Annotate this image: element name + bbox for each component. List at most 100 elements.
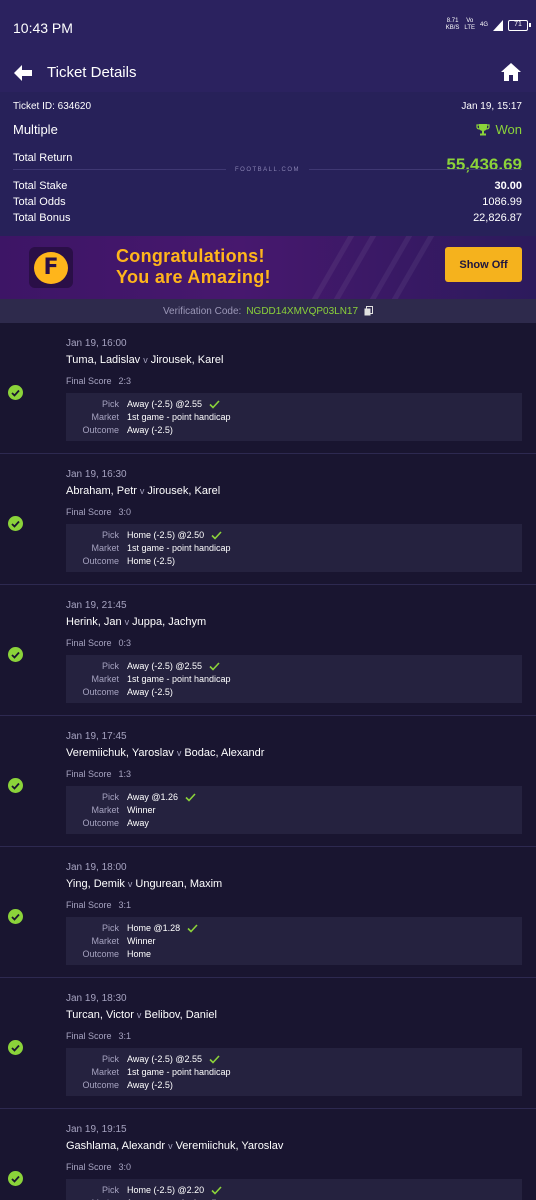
final-score-label: Final Score: [66, 638, 112, 648]
pick-label: Pick: [101, 661, 119, 671]
outcome-value: Home: [127, 949, 152, 959]
outcome-label: Outcome: [82, 425, 119, 435]
final-score: Final Score 0:3: [66, 638, 131, 648]
brand-logo-text: FOOTBALL.COM: [235, 166, 301, 173]
pick-label: Pick: [101, 530, 119, 540]
home-team: Veremiichuk, Yaroslav: [66, 747, 174, 759]
back-arrow-icon[interactable]: [12, 62, 34, 84]
total-odds-value: 1086.99: [482, 196, 522, 208]
copy-icon[interactable]: [364, 306, 374, 316]
trophy-icon: [475, 124, 490, 136]
final-score: Final Score 3:0: [66, 507, 131, 517]
pick-details: PickHome (-2.5) @2.20Market1st game - po…: [66, 1179, 522, 1200]
pick-value: Home @1.28: [127, 923, 181, 933]
market-value: 1st game - point handicap: [127, 674, 231, 684]
pick-details: Pick Away (-2.5) @2.55 Market 1st game - po…: [66, 393, 522, 441]
check-mark-icon: [187, 923, 198, 933]
outcome-value: Away: [127, 818, 149, 828]
event-card[interactable]: Jan 19, 17:45 Veremiichuk, Yaroslav v Bodac…: [0, 716, 536, 847]
won-check-icon: [8, 647, 23, 662]
final-score: Final Score 3:1: [66, 900, 131, 910]
total-return-label: Total Return: [13, 152, 73, 164]
outcome-value: Home (-2.5): [127, 556, 176, 566]
home-team: Ying, Demik: [66, 878, 125, 890]
divider: FOOTBALL.COM: [13, 166, 523, 173]
event-teams: Herink, Jan v Juppa, Jachym: [66, 616, 206, 628]
outcome-value: Away (-2.5): [127, 425, 173, 435]
home-team: Turcan, Victor: [66, 1009, 134, 1021]
final-score-value: 3:0: [118, 507, 132, 517]
event-teams: Abraham, Petr v Jirousek, Karel: [66, 485, 220, 497]
event-card[interactable]: Jan 19, 19:15 Gashlama, Alexandr v Veremiic…: [0, 1109, 536, 1200]
outcome-label: Outcome: [82, 1080, 119, 1090]
signal-icon: [493, 19, 503, 31]
show-off-button[interactable]: Show Off: [445, 247, 522, 282]
vs-label: v: [136, 1010, 142, 1020]
bet-type: Multiple: [13, 122, 58, 137]
event-teams: Veremiichuk, Yaroslav v Bodac, Alexandr: [66, 747, 264, 759]
market-value: Winner: [127, 936, 156, 946]
final-score: Final Score 3:0: [66, 1162, 131, 1172]
verification-label: Verification Code:: [162, 305, 242, 317]
market-label: Market: [91, 543, 119, 553]
final-score-label: Final Score: [66, 507, 112, 517]
final-score-value: 3:1: [118, 900, 132, 910]
away-team: Juppa, Jachym: [132, 616, 207, 628]
outcome-label: Outcome: [82, 687, 119, 697]
pick-label: Pick: [101, 923, 119, 933]
total-bonus-value: 22,826.87: [473, 212, 522, 224]
vs-label: v: [127, 879, 133, 889]
final-score-label: Final Score: [66, 1162, 112, 1172]
won-check-icon: [8, 1040, 23, 1055]
event-card[interactable]: Jan 19, 18:00 Ying, Demik v Ungurean, Maxim…: [0, 847, 536, 978]
final-score-value: 2:3: [118, 376, 132, 386]
event-date: Jan 19, 18:00: [66, 862, 127, 873]
check-mark-icon: [211, 1185, 222, 1195]
pick-details: Pick Home @1.28 Market Winner Outcome Home: [66, 917, 522, 965]
final-score-label: Final Score: [66, 1031, 112, 1041]
total-return-value: 55,436.69: [446, 155, 522, 174]
total-stake-label: Total Stake: [13, 180, 68, 192]
market-label: Market: [91, 674, 119, 684]
volte-indicator: Vo LTE: [464, 18, 475, 31]
check-mark-icon: [211, 530, 222, 540]
vs-label: v: [139, 486, 145, 496]
won-check-icon: [8, 909, 23, 924]
home-icon[interactable]: [500, 61, 522, 83]
brand-logo-icon: F: [29, 247, 73, 288]
final-score: Final Score 3:1: [66, 1031, 131, 1041]
event-date: Jan 19, 18:30: [66, 993, 127, 1004]
event-teams: Gashlama, Alexandr v Veremiichuk, Yaroslav: [66, 1140, 283, 1152]
away-team: Jirousek, Karel: [147, 485, 221, 497]
pick-value: Away (-2.5) @2.55: [127, 661, 203, 671]
event-date: Jan 19, 17:45: [66, 731, 127, 742]
pick-details: Pick Away @1.26 Market Winner Outcome Away: [66, 786, 522, 834]
market-value: 1st game - point handicap: [127, 1067, 231, 1077]
event-card[interactable]: Jan 19, 16:00 Tuma, Ladislav v Jirousek, Ka…: [0, 323, 536, 454]
outcome-value: Away (-2.5): [127, 1080, 173, 1090]
event-date: Jan 19, 19:15: [66, 1124, 127, 1135]
event-card[interactable]: Jan 19, 16:30 Abraham, Petr v Jirousek, Kar…: [0, 454, 536, 585]
check-mark-icon: [209, 661, 220, 671]
event-date: Jan 19, 16:30: [66, 469, 127, 480]
status-icons: 8.71 KB/S Vo LTE 4G 71: [446, 18, 531, 32]
outcome-label: Outcome: [82, 818, 119, 828]
market-value: 1st game - point handicap: [127, 412, 231, 422]
app-header: Ticket Details: [0, 54, 536, 92]
status-time: 10:43 PM: [13, 20, 73, 36]
verification-code: NGDD14XMVQP03LN17: [246, 305, 359, 317]
event-teams: Ying, Demik v Ungurean, Maxim: [66, 878, 222, 890]
market-value: 1st game - point handicap: [127, 543, 231, 553]
check-mark-icon: [209, 399, 220, 409]
event-card[interactable]: Jan 19, 21:45 Herink, Jan v Juppa, Jachym Fi…: [0, 585, 536, 716]
home-team: Abraham, Petr: [66, 485, 137, 497]
final-score-value: 3:1: [118, 1031, 132, 1041]
pick-value: Home (-2.5) @2.50: [127, 530, 205, 540]
banner-line-2: You are Amazing!: [116, 267, 271, 287]
event-card[interactable]: Jan 19, 18:30 Turcan, Victor v Belibov, Dan…: [0, 978, 536, 1109]
won-check-icon: [8, 385, 23, 400]
check-mark-icon: [209, 1054, 220, 1064]
total-bonus-label: Total Bonus: [13, 212, 71, 224]
outcome-value: Away (-2.5): [127, 687, 173, 697]
banner-message: Congratulations! You are Amazing!: [116, 246, 271, 288]
